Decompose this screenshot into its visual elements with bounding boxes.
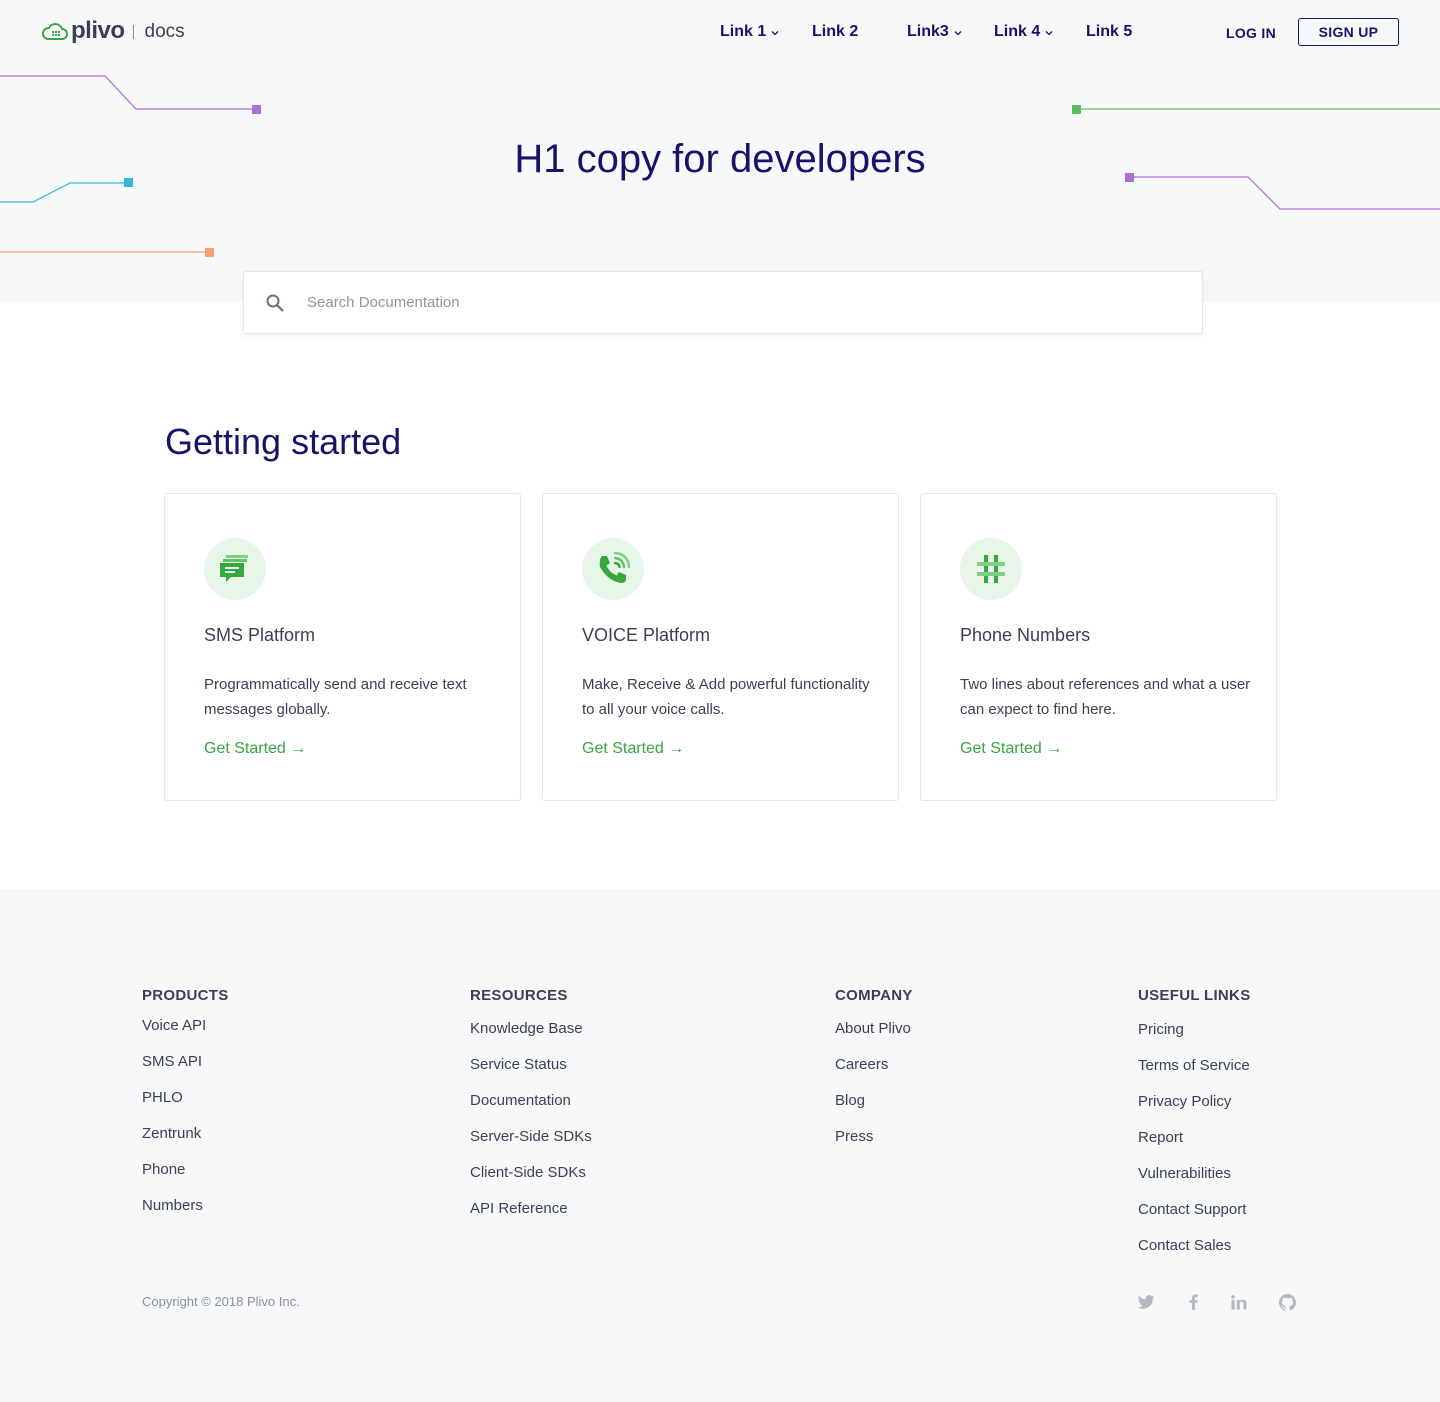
chevron-down-icon bbox=[1045, 31, 1053, 36]
nav-link-5[interactable]: Link 5 bbox=[1086, 23, 1132, 41]
nav-link-3[interactable]: Link3 bbox=[907, 23, 962, 41]
footer-column-company: COMPANY About Plivo Careers Blog Press bbox=[835, 987, 913, 1164]
card-title: VOICE Platform bbox=[582, 625, 711, 645]
facebook-icon[interactable] bbox=[1184, 1293, 1202, 1311]
card-title: SMS Platform bbox=[204, 625, 316, 645]
nav-link-label: Link 2 bbox=[812, 23, 859, 40]
footer-link[interactable]: Phone bbox=[142, 1161, 229, 1197]
footer-link[interactable]: Knowledge Base bbox=[470, 1020, 592, 1056]
footer-column-products: PRODUCTS Voice API SMS API PHLO Zentrunk… bbox=[142, 987, 229, 1233]
footer-link[interactable]: Numbers bbox=[142, 1197, 229, 1233]
card-description: Two lines about references and what a us… bbox=[960, 676, 1251, 718]
page-title: H1 copy for developers bbox=[514, 137, 926, 181]
plivo-cloud-icon bbox=[42, 23, 68, 40]
footer-link[interactable]: Voice API bbox=[142, 1017, 229, 1053]
card-sms-platform[interactable]: SMS Platform Programmatically send and r… bbox=[164, 493, 521, 801]
nav-link-label: Link 1 bbox=[720, 23, 767, 40]
chevron-down-icon bbox=[771, 31, 779, 36]
footer-link[interactable]: Vulnerabilities bbox=[1138, 1165, 1251, 1201]
card-description: Programmatically send and receive text m… bbox=[204, 676, 467, 718]
nav-link-4[interactable]: Link 4 bbox=[994, 23, 1053, 41]
footer: PRODUCTS Voice API SMS API PHLO Zentrunk… bbox=[0, 889, 1440, 1402]
card-description: Make, Receive & Add powerful functionali… bbox=[582, 676, 870, 718]
footer-link[interactable]: API Reference bbox=[470, 1200, 592, 1236]
footer-link[interactable]: PHLO bbox=[142, 1089, 229, 1125]
nav-link-1[interactable]: Link 1 bbox=[720, 23, 779, 41]
footer-link[interactable]: Pricing bbox=[1138, 1021, 1251, 1057]
sms-icon bbox=[204, 538, 266, 600]
footer-heading: PRODUCTS bbox=[142, 987, 229, 1004]
github-icon[interactable] bbox=[1278, 1293, 1296, 1311]
signup-button[interactable]: SIGN UP bbox=[1298, 18, 1399, 46]
footer-link[interactable]: Contact Sales bbox=[1138, 1237, 1251, 1273]
copyright: Copyright © 2018 Plivo Inc. bbox=[142, 1294, 300, 1309]
footer-link[interactable]: Careers bbox=[835, 1056, 913, 1092]
footer-link[interactable]: Privacy Policy bbox=[1138, 1093, 1251, 1129]
get-started-link[interactable]: Get Started → bbox=[204, 740, 306, 758]
card-title: Phone Numbers bbox=[960, 625, 1091, 645]
twitter-icon[interactable] bbox=[1137, 1293, 1155, 1311]
card-phone-numbers[interactable]: Phone Numbers Two lines about references… bbox=[920, 493, 1277, 801]
card-voice-platform[interactable]: VOICE Platform Make, Receive & Add power… bbox=[542, 493, 899, 801]
search-bar[interactable] bbox=[243, 271, 1203, 334]
nav-link-2[interactable]: Link 2 bbox=[812, 23, 858, 41]
chevron-down-icon bbox=[954, 31, 962, 36]
hash-icon bbox=[960, 538, 1022, 600]
nav-link-label: Link 4 bbox=[994, 23, 1041, 40]
footer-link[interactable]: Press bbox=[835, 1128, 913, 1164]
footer-link[interactable]: Report bbox=[1138, 1129, 1251, 1165]
footer-link[interactable]: Server-Side SDKs bbox=[470, 1128, 592, 1164]
footer-link[interactable]: Blog bbox=[835, 1092, 913, 1128]
footer-link[interactable]: Terms of Service bbox=[1138, 1057, 1251, 1093]
login-link[interactable]: LOG IN bbox=[1226, 25, 1276, 41]
phone-call-icon bbox=[582, 538, 644, 600]
get-started-link[interactable]: Get Started → bbox=[960, 740, 1062, 758]
search-icon bbox=[266, 294, 284, 312]
section-title: Getting started bbox=[165, 421, 402, 462]
linkedin-icon[interactable] bbox=[1230, 1293, 1248, 1311]
search-input[interactable] bbox=[307, 294, 1167, 311]
get-started-link[interactable]: Get Started → bbox=[582, 740, 684, 758]
footer-column-useful-links: USEFUL LINKS Pricing Terms of Service Pr… bbox=[1138, 987, 1251, 1273]
footer-column-resources: RESOURCES Knowledge Base Service Status … bbox=[470, 987, 592, 1236]
footer-link[interactable]: Documentation bbox=[470, 1092, 592, 1128]
footer-heading: USEFUL LINKS bbox=[1138, 987, 1251, 1004]
footer-link[interactable]: Service Status bbox=[470, 1056, 592, 1092]
logo-section: docs bbox=[144, 20, 185, 42]
logo-text: plivo bbox=[71, 17, 125, 44]
footer-link[interactable]: SMS API bbox=[142, 1053, 229, 1089]
hero-section: plivo docs Link 1 Link 2 Link3 Link 4 Li… bbox=[0, 0, 1440, 302]
footer-link[interactable]: Contact Support bbox=[1138, 1201, 1251, 1237]
footer-link[interactable]: About Plivo bbox=[835, 1020, 913, 1056]
nav-link-label: Link3 bbox=[907, 23, 949, 40]
footer-heading: COMPANY bbox=[835, 987, 913, 1004]
logo[interactable]: plivo docs bbox=[42, 17, 185, 45]
nav-link-label: Link 5 bbox=[1086, 23, 1133, 40]
footer-link[interactable]: Zentrunk bbox=[142, 1125, 229, 1161]
footer-link[interactable]: Client-Side SDKs bbox=[470, 1164, 592, 1200]
footer-heading: RESOURCES bbox=[470, 987, 568, 1004]
logo-divider bbox=[132, 25, 134, 39]
